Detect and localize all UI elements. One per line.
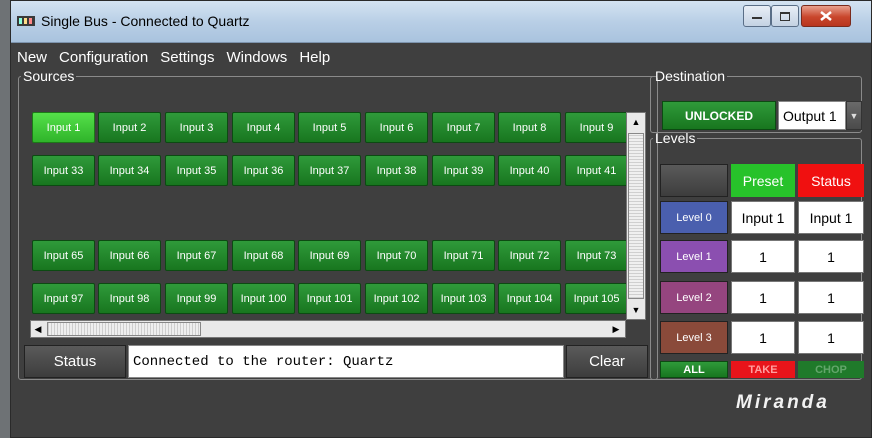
source-button[interactable]: Input 36 (232, 155, 295, 186)
take-button[interactable]: TAKE (731, 361, 795, 378)
source-button[interactable]: Input 104 (498, 283, 561, 314)
source-button[interactable]: Input 67 (165, 240, 228, 271)
source-button[interactable]: Input 5 (298, 112, 361, 143)
source-button[interactable]: Input 37 (298, 155, 361, 186)
source-button[interactable]: Input 8 (498, 112, 561, 143)
level-preset-value: 1 (731, 281, 795, 314)
source-button[interactable]: Input 41 (565, 155, 628, 186)
source-button[interactable]: Input 34 (98, 155, 161, 186)
source-button[interactable]: Input 98 (98, 283, 161, 314)
source-button[interactable]: Input 105 (565, 283, 628, 314)
source-button[interactable]: Input 33 (32, 155, 95, 186)
destination-legend: Destination (655, 68, 726, 84)
scroll-left-arrow-icon[interactable]: ◀ (29, 320, 47, 338)
scroll-down-arrow-icon[interactable]: ▼ (627, 301, 645, 319)
menu-settings[interactable]: Settings (160, 49, 214, 66)
level-status-value: 1 (798, 281, 864, 314)
source-button[interactable]: Input 39 (432, 155, 495, 186)
minimize-button[interactable] (743, 5, 771, 27)
status-header[interactable]: Status (798, 164, 864, 197)
maximize-icon (780, 11, 790, 21)
level-button[interactable]: Level 2 (660, 281, 728, 314)
horizontal-scroll-thumb[interactable] (47, 322, 201, 336)
source-button[interactable]: Input 103 (432, 283, 495, 314)
status-message-field: Connected to the router: Quartz (128, 345, 564, 378)
source-button[interactable]: Input 66 (98, 240, 161, 271)
level-preset-value: Input 1 (731, 201, 795, 234)
close-icon (820, 11, 832, 21)
all-button[interactable]: ALL (660, 361, 728, 378)
source-button[interactable]: Input 68 (232, 240, 295, 271)
source-button[interactable]: Input 97 (32, 283, 95, 314)
source-button[interactable]: Input 69 (298, 240, 361, 271)
menu-configuration[interactable]: Configuration (59, 49, 148, 66)
source-button[interactable]: Input 35 (165, 155, 228, 186)
level-button[interactable]: Level 1 (660, 240, 728, 273)
menu-new[interactable]: New (17, 49, 47, 66)
source-button[interactable]: Input 38 (365, 155, 428, 186)
source-button[interactable]: Input 4 (232, 112, 295, 143)
source-button[interactable]: Input 65 (32, 240, 95, 271)
scroll-up-arrow-icon[interactable]: ▲ (627, 113, 645, 131)
sources-horizontal-scrollbar[interactable]: ◀ ▶ (30, 320, 626, 338)
source-button[interactable]: Input 9 (565, 112, 628, 143)
source-button[interactable]: Input 99 (165, 283, 228, 314)
levels-legend: Levels (655, 130, 696, 146)
vertical-scroll-thumb[interactable] (628, 133, 644, 299)
source-button[interactable]: Input 101 (298, 283, 361, 314)
chop-button[interactable]: CHOP (798, 361, 864, 378)
menu-windows[interactable]: Windows (226, 49, 287, 66)
source-button[interactable]: Input 70 (365, 240, 428, 271)
level-status-value: Input 1 (798, 201, 864, 234)
source-button[interactable]: Input 6 (365, 112, 428, 143)
source-button[interactable]: Input 40 (498, 155, 561, 186)
source-button[interactable]: Input 100 (232, 283, 295, 314)
close-button[interactable] (801, 5, 851, 27)
preset-header[interactable]: Preset (731, 164, 795, 197)
chevron-down-icon[interactable]: ▼ (846, 101, 862, 130)
level-preset-value: 1 (731, 240, 795, 273)
source-button[interactable]: Input 2 (98, 112, 161, 143)
sources-legend: Sources (23, 68, 75, 84)
sources-vertical-scrollbar[interactable]: ▲ ▼ (626, 112, 646, 320)
menu-bar: New Configuration Settings Windows Help (11, 43, 871, 71)
level-status-value: 1 (798, 321, 864, 354)
level-preset-value: 1 (731, 321, 795, 354)
source-button[interactable]: Input 1 (32, 112, 95, 143)
status-button[interactable]: Status (24, 345, 126, 378)
miranda-logo: Miranda (736, 392, 830, 413)
source-button[interactable]: Input 3 (165, 112, 228, 143)
title-bar: Single Bus - Connected to Quartz (11, 1, 871, 43)
source-button[interactable]: Input 71 (432, 240, 495, 271)
clear-button[interactable]: Clear (566, 345, 648, 378)
minimize-icon (752, 17, 762, 19)
menu-help[interactable]: Help (299, 49, 330, 66)
window-title: Single Bus - Connected to Quartz (41, 13, 250, 29)
source-button[interactable]: Input 73 (565, 240, 628, 271)
level-status-value: 1 (798, 240, 864, 273)
lock-toggle-button[interactable]: UNLOCKED (662, 101, 776, 130)
app-icon (17, 16, 35, 26)
level-button[interactable]: Level 3 (660, 321, 728, 354)
scroll-right-arrow-icon[interactable]: ▶ (607, 320, 625, 338)
levels-corner-button[interactable] (660, 164, 728, 197)
source-button[interactable]: Input 102 (365, 283, 428, 314)
maximize-button[interactable] (771, 5, 799, 27)
source-button[interactable]: Input 7 (432, 112, 495, 143)
level-button[interactable]: Level 0 (660, 201, 728, 234)
source-button[interactable]: Input 72 (498, 240, 561, 271)
output-select[interactable]: Output 1 (778, 101, 846, 130)
